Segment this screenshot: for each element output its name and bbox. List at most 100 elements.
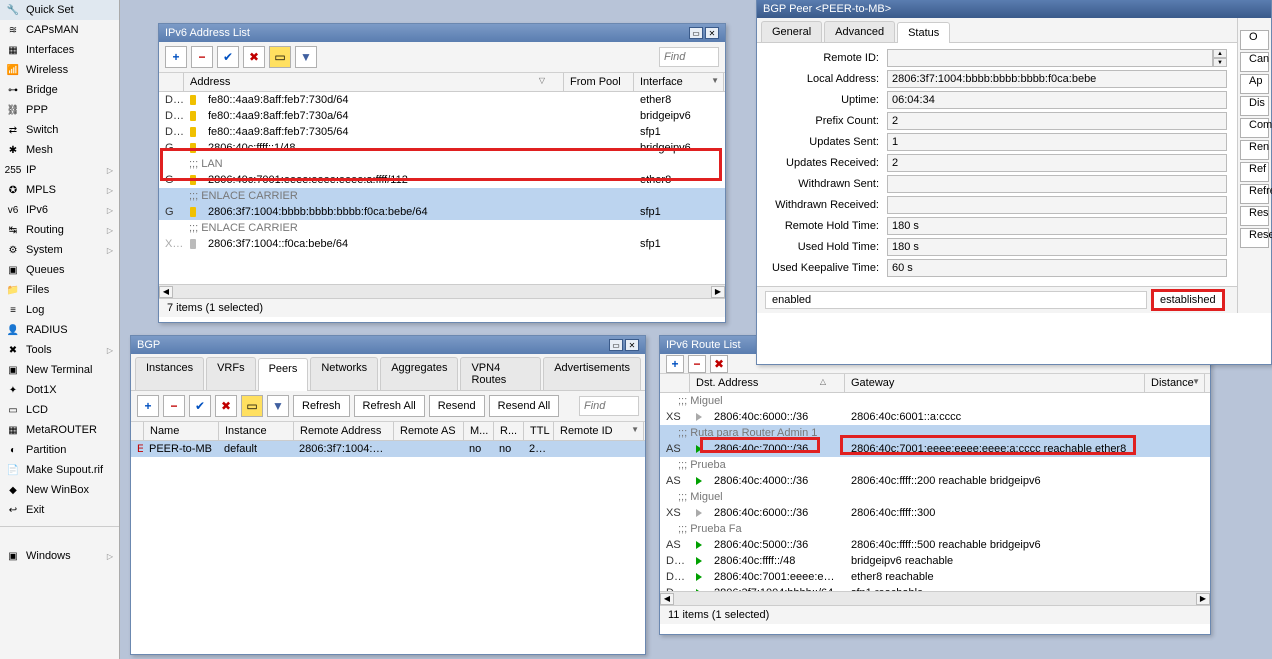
sidebar-item[interactable]: ⊶Bridge [0, 80, 119, 100]
remove-button[interactable]: − [191, 46, 213, 68]
action-button[interactable]: Res [1240, 206, 1269, 226]
h-scrollbar[interactable]: ◀▶ [159, 284, 725, 298]
action-button[interactable]: Com [1240, 118, 1269, 138]
table-row[interactable]: AS2806:40c:5000::/362806:40c:ffff::500 r… [660, 537, 1210, 553]
table-row[interactable]: DLfe80::4aa9:8aff:feb7:7305/64sfp1 [159, 124, 725, 140]
table-row[interactable]: G2806:3f7:1004:bbbb:bbbb:bbbb:f0ca:bebe/… [159, 204, 725, 220]
table-row[interactable]: XG2806:3f7:1004::f0ca:bebe/64sfp1 [159, 236, 725, 252]
col-dst[interactable]: Dst. Address△ [690, 374, 845, 392]
sidebar-item-windows[interactable]: ▣Windows▷ [0, 546, 119, 566]
disable-button[interactable]: ✖ [215, 395, 237, 417]
sidebar-item[interactable]: ✪MPLS▷ [0, 180, 119, 200]
col[interactable]: Remote AS [394, 422, 464, 440]
tab[interactable]: Peers [258, 358, 309, 391]
up-arrow-icon[interactable]: ▲ [1213, 49, 1227, 58]
refresh-button[interactable]: Refresh [293, 395, 350, 417]
comment-button[interactable]: ▭ [241, 395, 263, 417]
sidebar-item[interactable]: 📶Wireless [0, 60, 119, 80]
tab[interactable]: Advertisements [543, 357, 641, 390]
table-row[interactable]: DLfe80::4aa9:8aff:feb7:730a/64bridgeipv6 [159, 108, 725, 124]
add-button[interactable]: + [666, 355, 684, 373]
tab[interactable]: Networks [310, 357, 378, 390]
sidebar-item[interactable]: ⚙System▷ [0, 240, 119, 260]
add-button[interactable]: + [137, 395, 159, 417]
sidebar-item[interactable]: ▦Interfaces [0, 40, 119, 60]
tab[interactable]: General [761, 21, 822, 42]
col[interactable]: Instance [219, 422, 294, 440]
action-button[interactable]: Refre [1240, 184, 1269, 204]
col-address[interactable]: Address▽ [184, 73, 564, 91]
sidebar-item[interactable]: ◐Partition [0, 440, 119, 460]
resend-all-button[interactable]: Resend All [489, 395, 560, 417]
action-button[interactable]: Can [1240, 52, 1269, 72]
ipv6-address-title-bar[interactable]: IPv6 Address List ▭ ✕ [159, 24, 725, 42]
tab[interactable]: Aggregates [380, 357, 458, 390]
close-button[interactable]: ✕ [705, 27, 719, 39]
tab[interactable]: VPN4 Routes [460, 357, 541, 390]
sidebar-item[interactable]: ▣Queues [0, 260, 119, 280]
table-row[interactable]: DAC2806:40c:ffff::/48bridgeipv6 reachabl… [660, 553, 1210, 569]
col[interactable]: M... [464, 422, 494, 440]
col[interactable] [131, 422, 144, 440]
col[interactable]: Name [144, 422, 219, 440]
table-row[interactable]: G2806:40c:7001:eeee:eeee:eeee:a:ffff/112… [159, 172, 725, 188]
resend-button[interactable]: Resend [429, 395, 485, 417]
disable-button[interactable]: ✖ [710, 355, 728, 373]
h-scrollbar[interactable]: ◀▶ [660, 591, 1210, 605]
col[interactable]: Remote ID▼ [554, 422, 644, 440]
table-row[interactable]: AS2806:40c:7000::/362806:40c:7001:eeee:e… [660, 441, 1210, 457]
col-gateway[interactable]: Gateway [845, 374, 1145, 392]
sidebar-item[interactable]: 255IP▷ [0, 160, 119, 180]
sidebar-item[interactable]: ▦MetaROUTER [0, 420, 119, 440]
sidebar-item[interactable]: ⇄Switch [0, 120, 119, 140]
tab[interactable]: VRFs [206, 357, 256, 390]
sidebar-item[interactable]: ≡Log [0, 300, 119, 320]
add-button[interactable]: + [165, 46, 187, 68]
close-button[interactable]: ✕ [625, 339, 639, 351]
sidebar-item[interactable]: ✱Mesh [0, 140, 119, 160]
tab[interactable]: Status [897, 22, 950, 43]
filter-button[interactable]: ▼ [295, 46, 317, 68]
sidebar-item[interactable]: ↩Exit [0, 500, 119, 520]
sidebar-item[interactable]: ◆New WinBox [0, 480, 119, 500]
min-button[interactable]: ▭ [689, 27, 703, 39]
down-arrow-icon[interactable]: ▼ [1213, 58, 1227, 67]
table-row[interactable]: G2806:40c:ffff::1/48bridgeipv6 [159, 140, 725, 156]
bgp-peer-title-bar[interactable]: BGP Peer <PEER-to-MB> [757, 0, 1271, 18]
action-button[interactable]: Ref [1240, 162, 1269, 182]
sidebar-item[interactable]: 👤RADIUS [0, 320, 119, 340]
sidebar-item[interactable]: ✖Tools▷ [0, 340, 119, 360]
comment-button[interactable]: ▭ [269, 46, 291, 68]
col-distance[interactable]: Distance▼ [1145, 374, 1205, 392]
refresh-all-button[interactable]: Refresh All [354, 395, 425, 417]
enable-button[interactable]: ✔ [189, 395, 211, 417]
sidebar-item[interactable]: ≋CAPsMAN [0, 20, 119, 40]
action-button[interactable]: Ap [1240, 74, 1269, 94]
action-button[interactable]: Dis [1240, 96, 1269, 116]
action-button[interactable]: O [1240, 30, 1269, 50]
tab[interactable]: Advanced [824, 21, 895, 42]
tab[interactable]: Instances [135, 357, 204, 390]
find-input[interactable] [579, 396, 639, 416]
table-row[interactable]: E PEER-to-MB default 2806:3f7:1004:bb.. … [131, 441, 645, 457]
find-input[interactable] [659, 47, 719, 67]
col-interface[interactable]: Interface▼ [634, 73, 724, 91]
table-row[interactable]: DLfe80::4aa9:8aff:feb7:730d/64ether8 [159, 92, 725, 108]
action-button[interactable]: Ren [1240, 140, 1269, 160]
sidebar-item[interactable]: ↹Routing▷ [0, 220, 119, 240]
col[interactable]: R... [494, 422, 524, 440]
action-button[interactable]: Rese [1240, 228, 1269, 248]
col-from-pool[interactable]: From Pool [564, 73, 634, 91]
sidebar-item[interactable]: v6IPv6▷ [0, 200, 119, 220]
filter-button[interactable]: ▼ [267, 395, 289, 417]
table-row[interactable]: XS2806:40c:6000::/362806:40c:6001::a:ccc… [660, 409, 1210, 425]
disable-button[interactable]: ✖ [243, 46, 265, 68]
sidebar-item[interactable]: ▣New Terminal [0, 360, 119, 380]
bgp-title-bar[interactable]: BGP ▭ ✕ [131, 336, 645, 354]
table-row[interactable]: AS2806:40c:4000::/362806:40c:ffff::200 r… [660, 473, 1210, 489]
remove-button[interactable]: − [688, 355, 706, 373]
col[interactable]: Remote Address [294, 422, 394, 440]
sidebar-item[interactable]: ▭LCD [0, 400, 119, 420]
min-button[interactable]: ▭ [609, 339, 623, 351]
remove-button[interactable]: − [163, 395, 185, 417]
